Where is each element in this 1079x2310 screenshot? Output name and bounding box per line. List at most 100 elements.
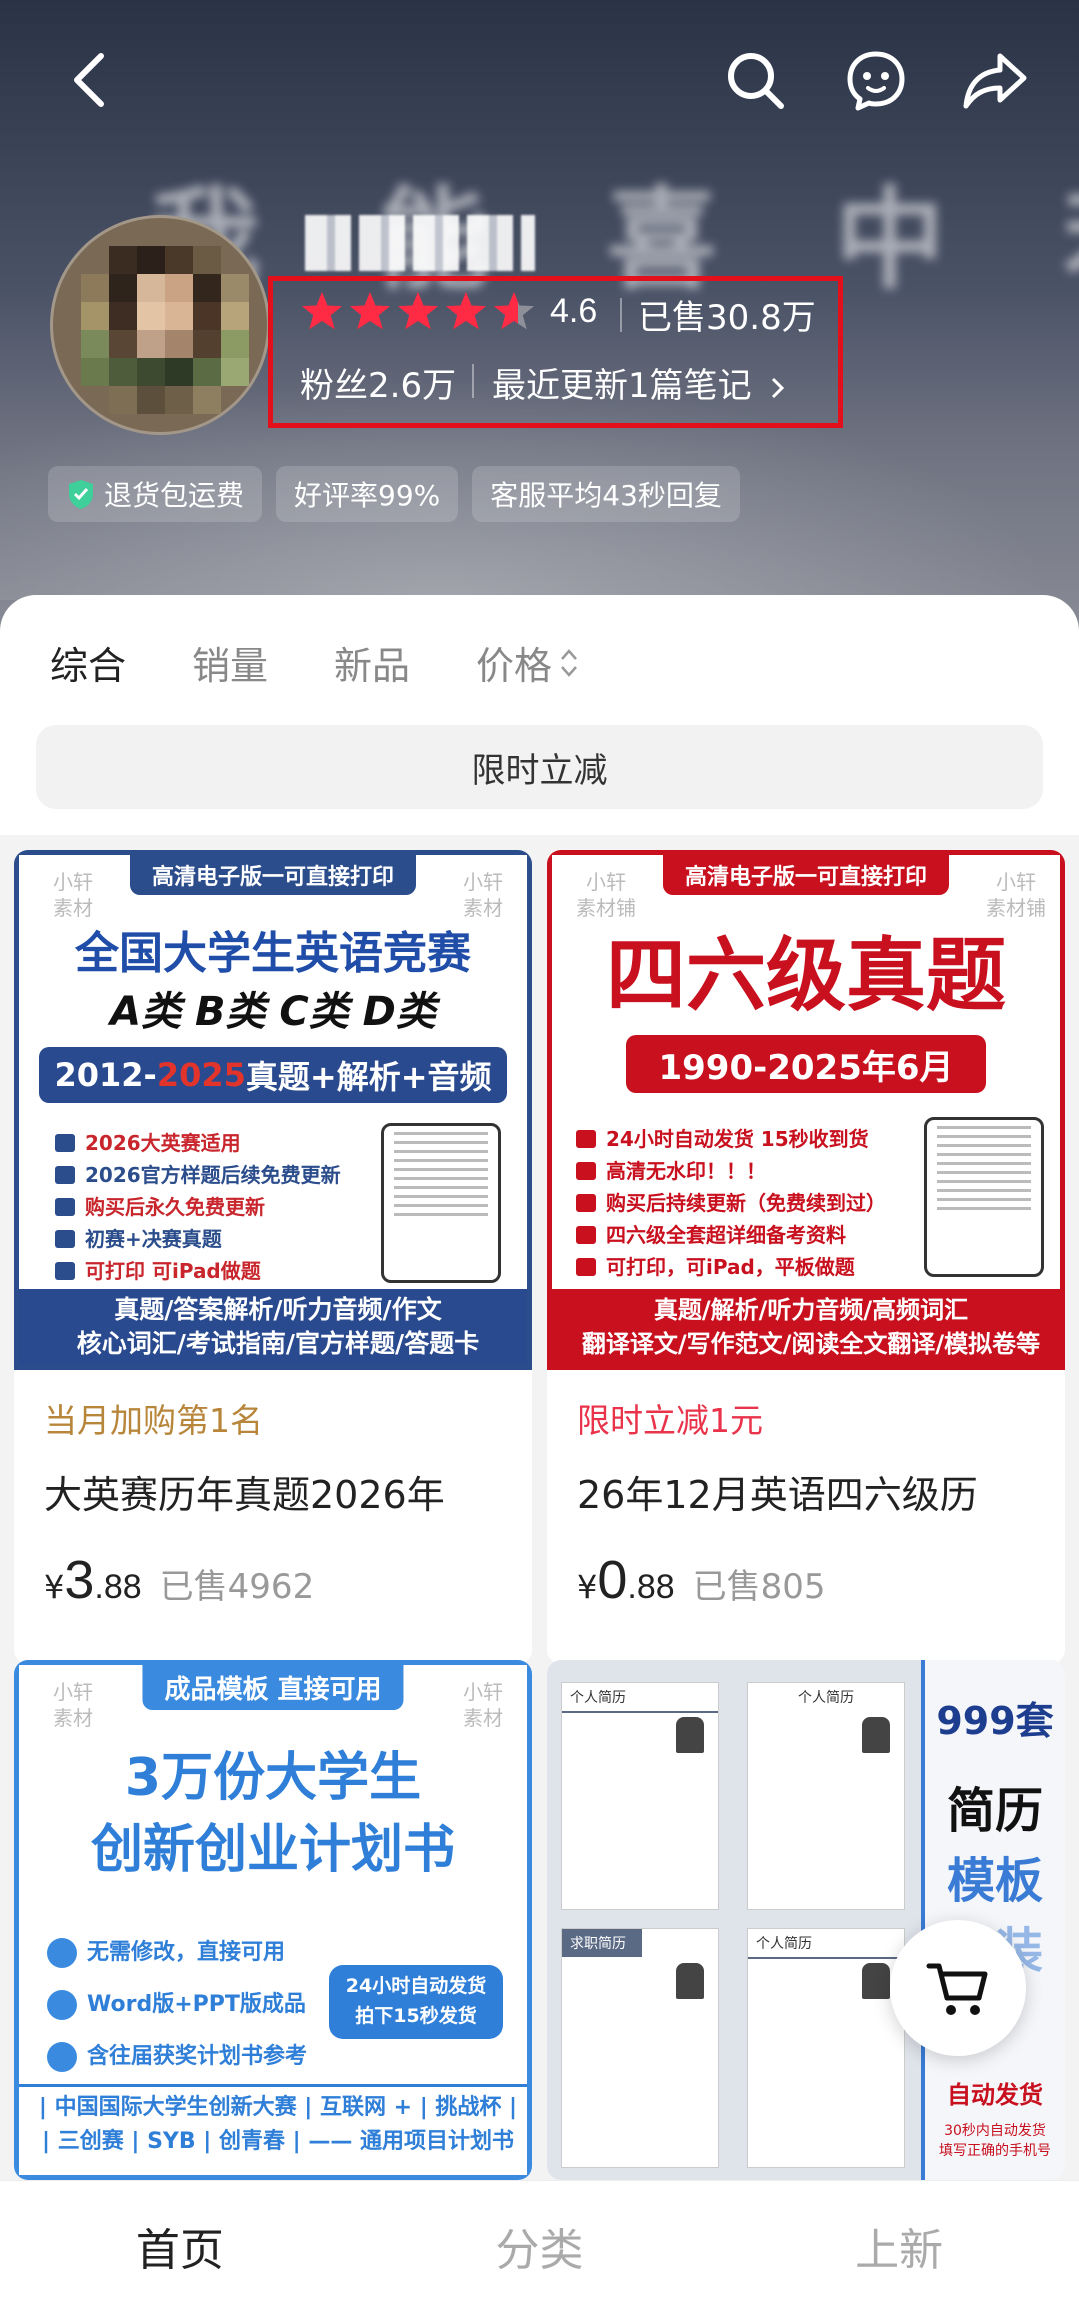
resume-promo-panel: 999套 简历 模板 套装 自动发货 30秒内自动发货 填写正确的手机号: [921, 1660, 1065, 2180]
product-thumbnail: 成品模板 直接可用 小轩 素材 小轩 素材 3万份大学生 创新创业计划书 无需修改，…: [14, 1660, 532, 2180]
rating-stars: [300, 290, 536, 332]
divider: [620, 298, 622, 332]
resume-sample: 个人简历: [747, 1928, 905, 2168]
tag-label: 退货包运费: [104, 479, 245, 512]
band-suffix: 真题+解析+音频: [245, 1058, 492, 1096]
resume-photo: [862, 1963, 890, 1999]
price-integer: 0: [597, 1550, 628, 1610]
shop-avatar[interactable]: [50, 215, 270, 435]
thumb-up-icon: [55, 1166, 75, 1184]
auto-delivery-note: 30秒内自动发货: [944, 2123, 1046, 2139]
product-price: ¥ 0 .88 已售805: [577, 1549, 1035, 1619]
price-decimal: .88: [627, 1568, 675, 1606]
thumb-bullets: 2026大英赛适用 2026官方样题后续免费更新 购买后永久免费更新 初赛+决赛…: [55, 1127, 341, 1287]
resume-count: 999套: [936, 1699, 1054, 1743]
product-info: 限时立减1元 26年12月英语四六级历 ¥ 0 .88 已售805: [547, 1394, 1065, 1664]
bullet-text: 含往届获奖计划书参考: [87, 2044, 308, 2069]
thumb-up-icon: [55, 1198, 75, 1216]
nav-home[interactable]: 首页: [0, 2181, 360, 2310]
product-card[interactable]: 高清电子版一可直接打印 小轩 素材铺 小轩 素材铺 四六级真题 1990-2025年…: [547, 850, 1065, 1664]
thumb-up-icon: [576, 1226, 596, 1244]
tag-label: 好评率99%: [294, 479, 441, 512]
resume-line: 简历: [946, 1783, 1043, 1839]
share-button[interactable]: [955, 40, 1035, 120]
product-card[interactable]: 成品模板 直接可用 小轩 素材 小轩 素材 3万份大学生 创新创业计划书 无需修改，…: [14, 1660, 532, 2180]
bullet-text: 购买后永久免费更新: [85, 1195, 265, 1219]
fans-count: 粉丝2.6万: [300, 366, 457, 406]
thumb-headline: 四六级真题: [606, 929, 1006, 1022]
bullet-item: 含往届获奖计划书参考: [47, 2031, 307, 2083]
tab-comprehensive[interactable]: 综合: [50, 635, 126, 690]
watermark: 小轩 素材: [53, 1680, 93, 1730]
bullet-item: 24小时自动发货 15秒收到货: [576, 1123, 886, 1155]
thumb-up-icon: [55, 1230, 75, 1248]
thumb-up-icon: [47, 1938, 77, 1968]
watermark: 小轩 素材: [53, 870, 93, 920]
product-title: 26年12月英语四六级历: [577, 1473, 978, 1517]
tag-service-reply[interactable]: 客服平均43秒回复: [472, 466, 740, 522]
footer-line: 真题/解析/听力音频/高频词汇: [653, 1296, 969, 1324]
document-preview: [381, 1123, 501, 1283]
tag-return-shipping[interactable]: 退货包运费: [48, 466, 263, 522]
tab-new[interactable]: 新品: [334, 635, 410, 690]
top-bar: [0, 20, 1079, 140]
bullet-item: 购买后持续更新（免费续到过）: [576, 1187, 886, 1219]
price-currency: ¥: [44, 1568, 65, 1606]
price-decimal: .88: [94, 1568, 142, 1606]
sort-arrows-icon: [561, 648, 578, 677]
bullet-text: 24小时自动发货 15秒收到货: [606, 1127, 869, 1151]
product-card[interactable]: 个人简历 个人简历 求职简历 个人简历 999套 简历 模板 套装 自动发货 3…: [547, 1660, 1065, 2180]
thumb-band: 2012- 2025 真题+解析+音频: [39, 1047, 507, 1103]
product-card[interactable]: 高清电子版一可直接打印 小轩 素材 小轩 素材 全国大学生英语竞赛 A类 B类 C类…: [14, 850, 532, 1664]
thumb-ribbon: 高清电子版一可直接打印: [129, 855, 417, 895]
search-button[interactable]: [715, 40, 795, 120]
recent-update-label: 最近更新1篇笔记: [492, 366, 752, 406]
resume-title: 求职简历: [562, 1929, 642, 1957]
thumb-footer: | 中国国际大学生创新大赛 | 互联网 + | 挑战杯 | | 三创赛 | SY…: [19, 2084, 527, 2163]
customer-service-button[interactable]: [836, 40, 916, 120]
star-icon: [349, 291, 391, 330]
product-tag: 当月加购第1名: [44, 1401, 263, 1440]
thumb-bullets: 24小时自动发货 15秒收到货 高清无水印！！！ 购买后持续更新（免费续到过） …: [576, 1123, 886, 1283]
price-integer: 3: [64, 1550, 95, 1610]
product-price: ¥ 3 .88 已售4962: [44, 1549, 502, 1619]
thumb-up-icon: [55, 1134, 75, 1152]
back-button[interactable]: [50, 40, 130, 120]
footer-line: 真题/答案解析/听力音频/作文: [114, 1295, 442, 1324]
tag-label: 客服平均43秒回复: [490, 479, 722, 512]
limited-discount-button[interactable]: 限时立减: [36, 725, 1043, 809]
shield-check-icon: [69, 480, 93, 509]
bullet-text: 购买后持续更新（免费续到过）: [606, 1191, 886, 1215]
cart-button[interactable]: [890, 1920, 1026, 2056]
tag-good-rate[interactable]: 好评率99%: [276, 466, 459, 522]
bullet-text: 2026官方样题后续免费更新: [85, 1163, 341, 1187]
tab-sales[interactable]: 销量: [192, 635, 268, 690]
thumb-up-icon: [55, 1262, 75, 1280]
chevron-left-icon: [74, 53, 104, 107]
price-currency: ¥: [577, 1568, 598, 1606]
nav-new-arrivals[interactable]: 上新: [719, 2181, 1079, 2310]
watermark: 小轩 素材: [463, 1680, 503, 1730]
bullet-text: 无需修改，直接可用: [87, 1940, 286, 1965]
recent-update-link[interactable]: 最近更新1篇笔记: [492, 358, 788, 407]
delivery-badge: 24小时自动发货 拍下15秒发货: [329, 1965, 503, 2039]
thumb-headline: 3万份大学生: [124, 1748, 422, 1808]
resume-photo: [676, 1717, 704, 1753]
thumb-up-icon: [47, 2042, 77, 2072]
thumb-bullets: 无需修改，直接可用 Word版+PPT版成品 含往届获奖计划书参考: [47, 1927, 307, 2083]
resume-title: 个人简历: [798, 1690, 854, 1706]
divider: [472, 364, 474, 398]
resume-title: 个人简历: [562, 1683, 718, 1713]
nav-category[interactable]: 分类: [360, 2181, 720, 2310]
bullet-text: 高清无水印！！！: [606, 1159, 766, 1183]
bullet-text: Word版+PPT版成品: [87, 1992, 306, 2017]
product-sold: 已售805: [692, 1567, 826, 1607]
tab-price-label: 价格: [476, 644, 553, 688]
badge-line: 拍下15秒发货: [355, 2005, 477, 2027]
footer-line: | 中国国际大学生创新大赛 | 互联网 + | 挑战杯 |: [38, 2095, 518, 2120]
thumb-up-icon: [47, 1990, 77, 2020]
thumb-ribbon: 高清电子版一可直接打印: [662, 855, 950, 895]
tab-price[interactable]: 价格: [476, 635, 580, 690]
thumb-up-icon: [576, 1194, 596, 1212]
bullet-text: 2026大英赛适用: [85, 1131, 241, 1155]
